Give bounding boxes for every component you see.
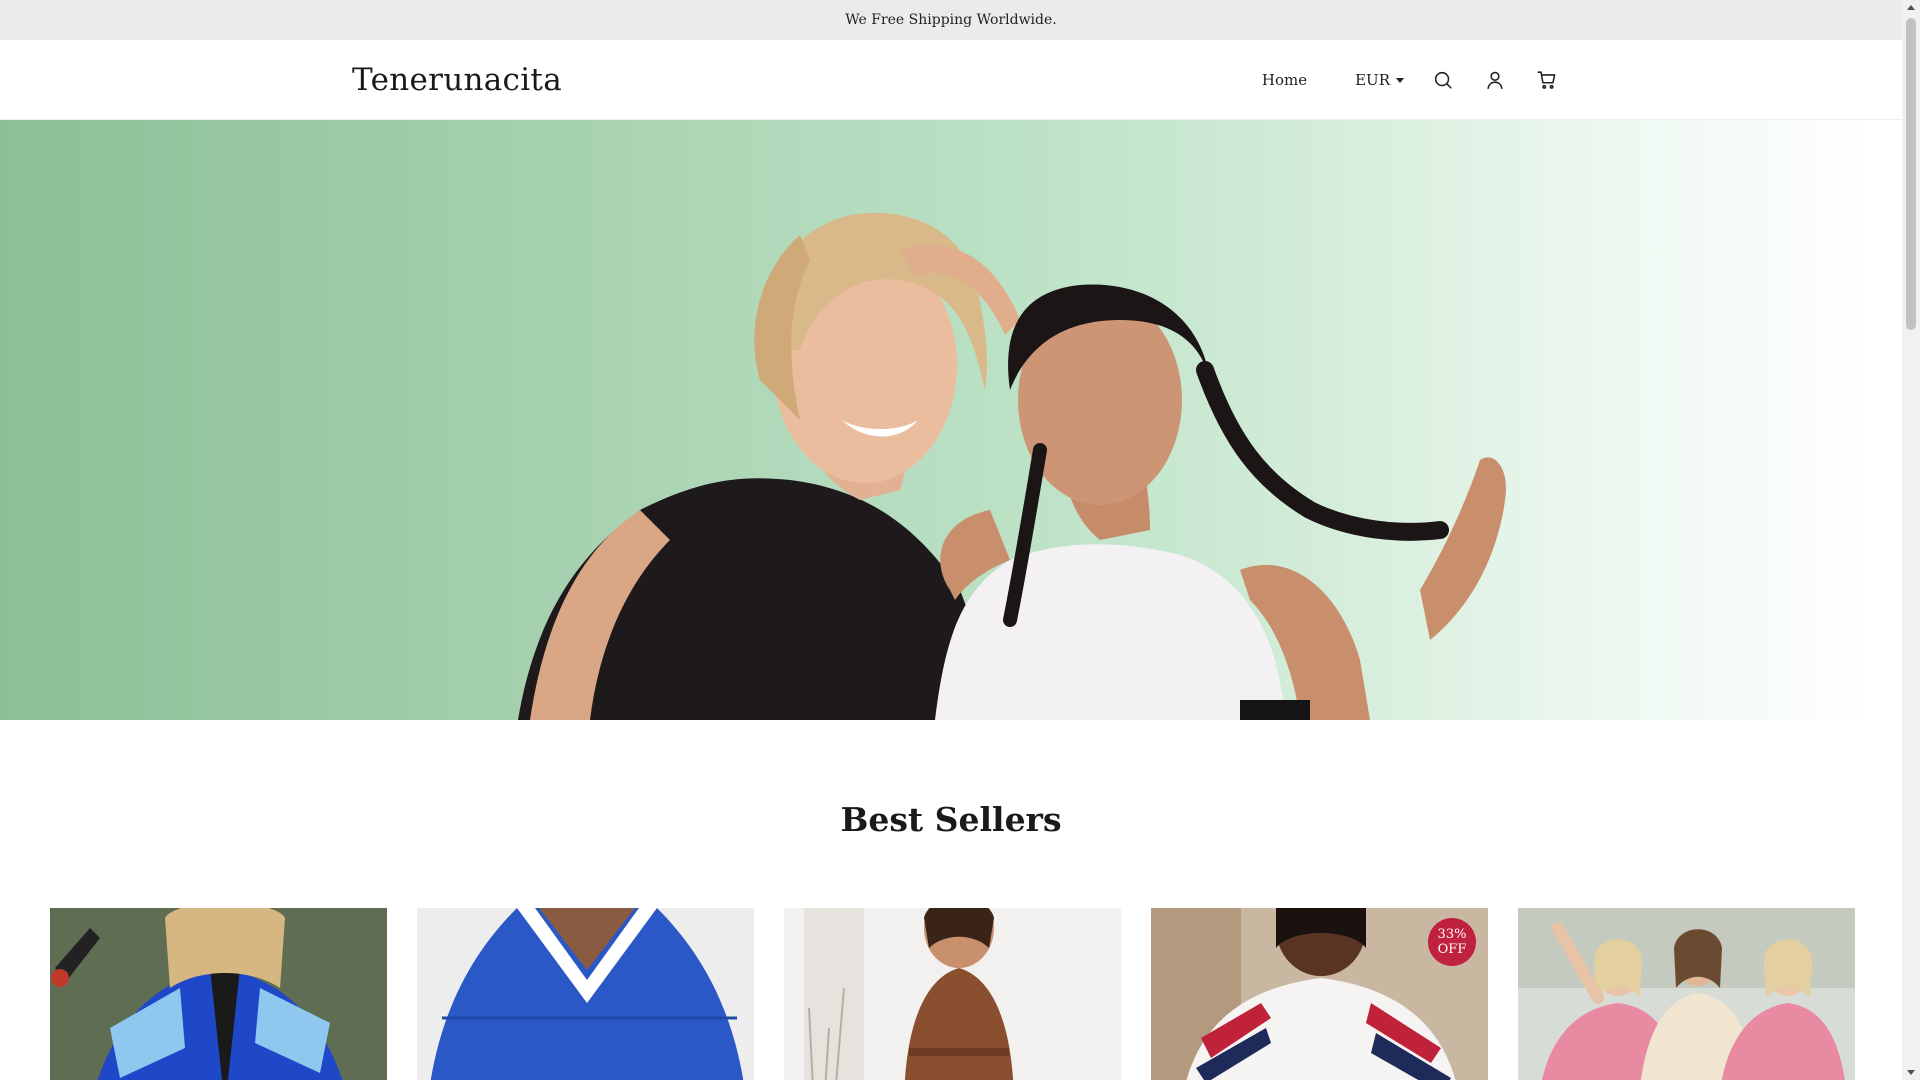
header-nav: Home EUR (1262, 67, 1560, 93)
currency-selector[interactable]: EUR (1355, 71, 1404, 89)
hero-banner[interactable] (0, 120, 1878, 720)
page: We Free Shipping Worldwide. Tenerunacita… (0, 0, 1902, 1080)
store-logo[interactable]: Tenerunacita (352, 62, 562, 98)
product-card[interactable] (50, 908, 387, 1080)
page-scrollbar[interactable] (1902, 0, 1920, 1080)
product-image (1518, 908, 1855, 1080)
product-image (50, 908, 387, 1080)
scroll-down-icon[interactable] (1907, 1070, 1915, 1075)
product-image (417, 908, 754, 1080)
product-card[interactable] (1518, 908, 1855, 1080)
scroll-up-icon[interactable] (1907, 5, 1915, 10)
product-grid: 33% OFF (50, 908, 1855, 1080)
announcement-text: We Free Shipping Worldwide. (845, 12, 1057, 28)
site-header: Tenerunacita Home EUR (0, 40, 1902, 120)
discount-badge-text: 33% OFF (1437, 927, 1467, 957)
account-icon (1487, 71, 1503, 89)
hero-image (518, 212, 1506, 720)
cart-icon (1537, 70, 1556, 89)
nav-link-home[interactable]: Home (1262, 71, 1307, 89)
product-image (784, 908, 1121, 1080)
account-button[interactable] (1482, 67, 1508, 93)
best-sellers-title: Best Sellers (840, 800, 1062, 839)
cart-button[interactable] (1534, 67, 1560, 93)
search-icon (1434, 71, 1452, 89)
discount-badge: 33% OFF (1428, 918, 1476, 966)
product-card[interactable] (417, 908, 754, 1080)
caret-down-icon (1396, 77, 1404, 83)
announcement-bar: We Free Shipping Worldwide. (0, 0, 1902, 40)
scrollbar-thumb[interactable] (1906, 18, 1916, 330)
search-button[interactable] (1430, 67, 1456, 93)
product-card[interactable] (784, 908, 1121, 1080)
product-card[interactable]: 33% OFF (1151, 908, 1488, 1080)
currency-value: EUR (1355, 70, 1390, 89)
